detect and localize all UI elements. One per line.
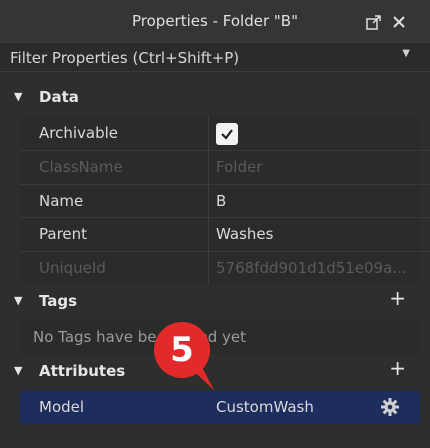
filter-properties-field[interactable]: Filter Properties (Ctrl+Shift+P) ▼ <box>0 42 430 72</box>
undock-icon[interactable] <box>365 13 383 31</box>
property-row-uniqueid: UniqueId 5768fdd901d1d51e09a... <box>0 252 430 285</box>
filter-dropdown-icon[interactable]: ▼ <box>402 48 410 59</box>
attribute-row-model[interactable]: Model CustomWash <box>20 391 420 424</box>
section-attributes-label: Attributes <box>39 362 126 380</box>
property-name: ClassName <box>39 158 123 176</box>
filter-properties-input[interactable]: Filter Properties (Ctrl+Shift+P) <box>10 49 239 67</box>
attribute-value[interactable]: CustomWash <box>216 398 314 416</box>
section-data-label: Data <box>39 88 79 106</box>
property-row-classname: ClassName Folder <box>0 151 430 184</box>
gear-icon[interactable] <box>380 397 400 421</box>
property-row-archivable[interactable]: Archivable <box>0 117 430 150</box>
section-data-header[interactable]: ▼ Data <box>0 82 430 114</box>
property-name: Name <box>39 192 84 210</box>
property-name: Archivable <box>39 124 119 142</box>
property-value: 5768fdd901d1d51e09a... <box>216 259 407 277</box>
property-name: Parent <box>39 225 88 243</box>
section-tags-label: Tags <box>39 292 78 310</box>
attribute-name: Model <box>39 398 85 416</box>
archivable-checkbox[interactable] <box>216 123 238 145</box>
close-icon[interactable] <box>390 13 408 31</box>
property-row-parent[interactable]: Parent Washes <box>0 218 430 251</box>
property-row-name[interactable]: Name B <box>0 185 430 218</box>
annotation-badge: 5 <box>154 322 210 378</box>
collapse-caret-icon[interactable]: ▼ <box>14 364 22 377</box>
collapse-caret-icon[interactable]: ▼ <box>14 294 22 307</box>
properties-titlebar: Properties - Folder "B" <box>0 0 430 42</box>
property-value[interactable]: B <box>216 192 226 210</box>
property-name: UniqueId <box>39 259 106 277</box>
section-tags-header[interactable]: ▼ Tags + <box>0 286 430 318</box>
collapse-caret-icon[interactable]: ▼ <box>14 90 22 103</box>
add-tag-icon[interactable]: + <box>389 288 406 308</box>
property-value: Folder <box>216 158 263 176</box>
add-attribute-icon[interactable]: + <box>389 358 406 378</box>
property-value[interactable]: Washes <box>216 225 273 243</box>
